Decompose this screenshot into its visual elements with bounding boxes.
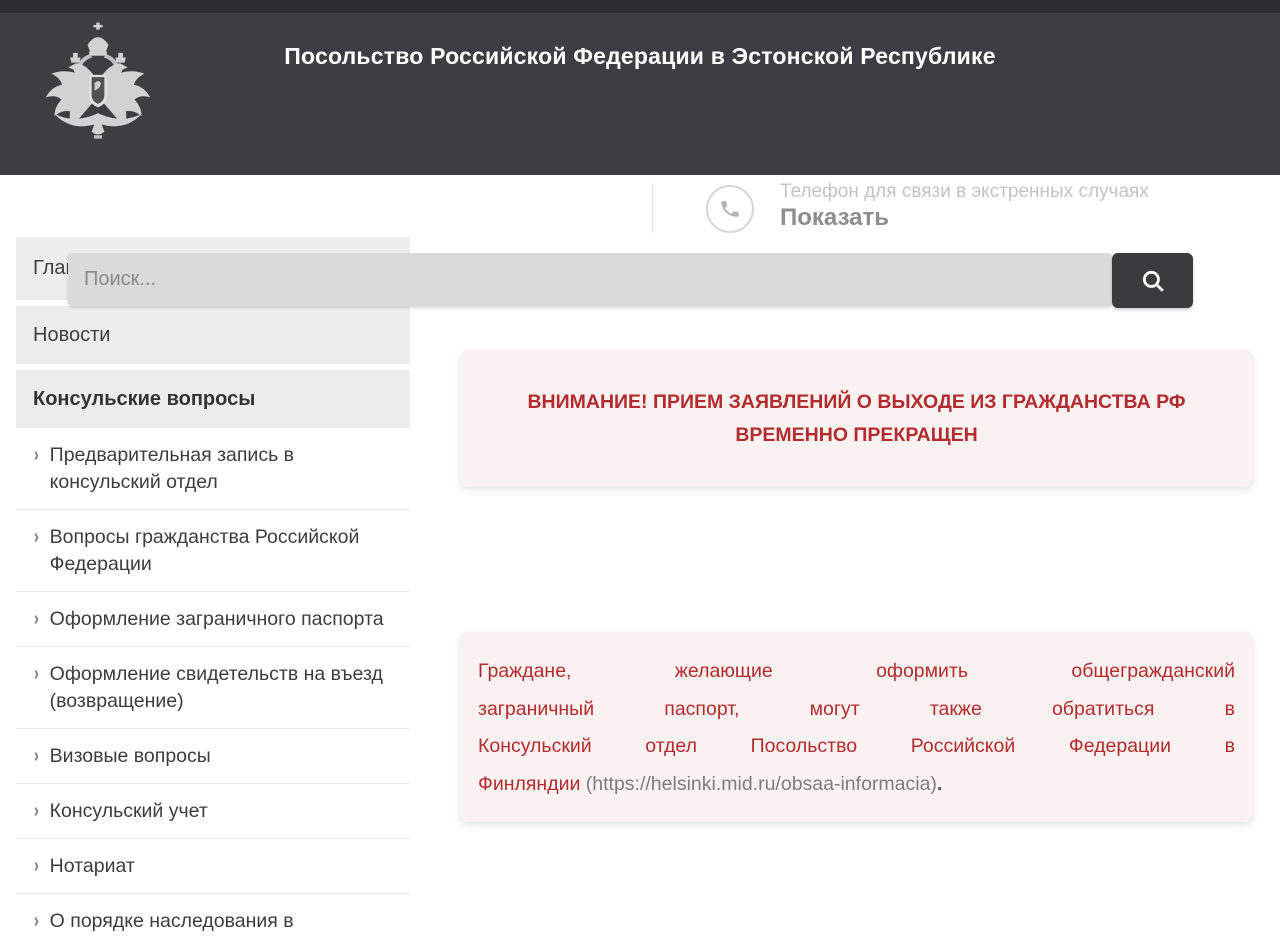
show-phone-button[interactable]: Показать	[780, 204, 889, 232]
sidebar-subitem-passport[interactable]: › Оформление заграничного паспорта	[16, 592, 410, 647]
chevron-right-icon: ›	[34, 524, 39, 551]
subitem-label: Оформление свидетельств на въезд (возвра…	[50, 661, 402, 715]
helsinki-url-text: (https://helsinki.mid.ru/obsaa-informaci…	[586, 773, 937, 795]
subitem-label: Предварительная запись в консульский отд…	[50, 442, 402, 496]
alert-text-line2: ВРЕМЕННО ПРЕКРАЩЕН	[490, 419, 1223, 452]
emergency-phone-label: Телефон для связи в экстренных случаях	[780, 181, 1149, 203]
chevron-right-icon: ›	[34, 661, 39, 688]
sidebar-subitem-visa[interactable]: › Визовые вопросы	[16, 729, 410, 784]
alert2-red-text: Финляндии	[478, 773, 586, 795]
sidebar-menu: Главная Новости Консульские вопросы › Пр…	[16, 237, 410, 946]
chevron-right-icon: ›	[34, 442, 39, 469]
chevron-right-icon: ›	[34, 853, 39, 880]
sidebar-subitem-entry-certificate[interactable]: › Оформление свидетельств на въезд (возв…	[16, 647, 410, 729]
alert2-last-line: Финляндии (https://helsinki.mid.ru/obsaa…	[478, 766, 1235, 804]
sidebar-subitem-notary[interactable]: › Нотариат	[16, 839, 410, 894]
sidebar-item-consular[interactable]: Консульские вопросы	[16, 370, 410, 428]
subitem-label: Консульский учет	[50, 798, 208, 825]
sidebar-subitem-citizenship[interactable]: › Вопросы гражданства Российской Федерац…	[16, 510, 410, 592]
chevron-right-icon: ›	[34, 743, 39, 770]
alert-banner-citizenship: ВНИМАНИЕ! ПРИЕМ ЗАЯВЛЕНИЙ О ВЫХОДЕ ИЗ ГР…	[460, 350, 1253, 487]
subitem-label: Визовые вопросы	[50, 743, 211, 770]
alert2-line: заграничный паспорт, могут также обратит…	[478, 691, 1235, 729]
page: Посольство Российской Федерации в Эстонс…	[0, 0, 1280, 946]
phone-icon	[706, 185, 754, 233]
alert-text-line1: ВНИМАНИЕ! ПРИЕМ ЗАЯВЛЕНИЙ О ВЫХОДЕ ИЗ ГР…	[490, 386, 1223, 419]
search-button[interactable]	[1112, 253, 1193, 308]
search-input[interactable]	[68, 253, 1112, 306]
sidebar-subitem-consular-registration[interactable]: › Консульский учет	[16, 784, 410, 839]
consular-submenu: › Предварительная запись в консульский о…	[16, 428, 410, 946]
page-title: Посольство Российской Федерации в Эстонс…	[0, 43, 1280, 70]
search-icon	[1140, 268, 1166, 294]
chevron-right-icon: ›	[34, 606, 39, 633]
chevron-right-icon: ›	[34, 908, 39, 935]
subitem-label: Вопросы гражданства Российской Федерации	[50, 524, 402, 578]
sidebar-subitem-appointment[interactable]: › Предварительная запись в консульский о…	[16, 428, 410, 510]
vertical-divider	[652, 183, 653, 233]
subitem-label: Нотариат	[50, 853, 135, 880]
header-banner: Посольство Российской Федерации в Эстонс…	[0, 13, 1280, 175]
top-strip	[0, 0, 1280, 13]
chevron-right-icon: ›	[34, 798, 39, 825]
sidebar-item-label: Новости	[33, 324, 110, 347]
subitem-label: О порядке наследования в	[50, 908, 294, 935]
sidebar-subitem-inheritance[interactable]: › О порядке наследования в	[16, 894, 410, 946]
alert2-line: Граждане, желающие оформить общегражданс…	[478, 653, 1235, 691]
subitem-label: Оформление заграничного паспорта	[50, 606, 384, 633]
alert2-suffix: .	[937, 773, 942, 795]
alert-banner-passport-finland: Граждане, желающие оформить общегражданс…	[460, 632, 1253, 822]
sidebar-item-label: Консульские вопросы	[33, 388, 255, 411]
sidebar-item-news[interactable]: Новости	[16, 306, 410, 364]
alert2-line: Консульский отдел Посольство Российской …	[478, 728, 1235, 766]
